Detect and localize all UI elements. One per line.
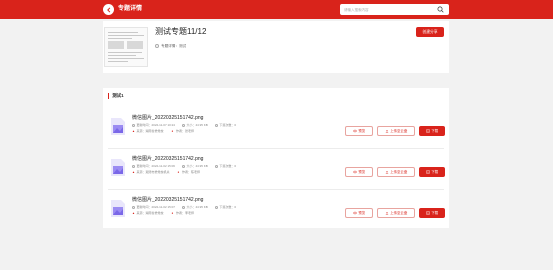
file-downloads: 下载次数：0 bbox=[219, 123, 236, 127]
preview-button[interactable]: 预览 bbox=[345, 167, 373, 177]
file-meta-2: ▲ 来源：湖南省委党校 ● 作者：张老师 bbox=[132, 129, 194, 134]
file-name[interactable]: 微信图片_20220325151742.png bbox=[132, 115, 203, 122]
file-meta: 更新时间：2022-11-02 15:07 大小：44.95 KB 下载次数：0 bbox=[132, 205, 236, 210]
file-size: 大小：44.95 KB bbox=[186, 123, 208, 127]
download-count-icon bbox=[214, 165, 218, 168]
preview-button[interactable]: 预览 bbox=[345, 208, 373, 218]
file-author: 作者：李老师 bbox=[176, 211, 195, 215]
download-button[interactable]: 下载 bbox=[419, 208, 445, 218]
download-button[interactable]: 下载 bbox=[419, 126, 445, 136]
file-name[interactable]: 微信图片_20220325151742.png bbox=[132, 197, 203, 204]
size-icon bbox=[181, 124, 185, 127]
section-header: 测试1 bbox=[108, 93, 124, 99]
file-meta-2: ▲ 来源：湘潭市委党校机关 ● 作者：陈老师 bbox=[132, 170, 200, 175]
file-size: 大小：44.95 KB bbox=[186, 205, 208, 209]
file-size: 大小：44.95 KB bbox=[186, 164, 208, 168]
search-input[interactable] bbox=[344, 6, 434, 13]
download-count-icon bbox=[214, 124, 218, 127]
preview-label: 预览 bbox=[358, 129, 366, 133]
search-box[interactable] bbox=[340, 4, 449, 15]
back-button[interactable] bbox=[103, 4, 114, 15]
eye-icon bbox=[353, 129, 357, 133]
upload-cloud-label: 上传至云盘 bbox=[390, 170, 408, 174]
file-date: 更新时间：2022-11-02 15:07 bbox=[136, 205, 175, 209]
search-icon[interactable] bbox=[437, 6, 444, 13]
download-icon bbox=[426, 170, 430, 174]
upload-cloud-button[interactable]: 上传至云盘 bbox=[377, 208, 415, 218]
download-label: 下载 bbox=[431, 211, 439, 215]
topic-intro-text: 专题详情：测试 bbox=[161, 44, 187, 48]
upload-cloud-button[interactable]: 上传至云盘 bbox=[377, 167, 415, 177]
download-icon bbox=[426, 211, 430, 215]
download-label: 下载 bbox=[431, 170, 439, 174]
file-downloads: 下载次数：0 bbox=[219, 205, 236, 209]
clock-icon bbox=[132, 206, 135, 209]
section-title: 测试1 bbox=[112, 93, 124, 98]
file-author: 作者：陈老师 bbox=[182, 170, 201, 174]
preview-label: 预览 bbox=[358, 211, 366, 215]
topic-thumbnail bbox=[104, 27, 148, 67]
file-meta: 更新时间：2022-11-07 10:24 大小：44.95 KB 下载次数：0 bbox=[132, 123, 236, 128]
info-icon bbox=[155, 44, 159, 48]
source-icon: ▲ bbox=[132, 129, 135, 133]
file-row: 微信图片_20220325151742.png 更新时间：2022-11-02 … bbox=[108, 197, 445, 227]
row-divider bbox=[108, 148, 444, 149]
file-image-icon bbox=[111, 200, 125, 217]
preview-label: 预览 bbox=[358, 170, 366, 174]
file-row: 微信图片_20220325151742.png 更新时间：2022-11-07 … bbox=[108, 115, 445, 145]
topic-title: 测试专题11/12 bbox=[155, 27, 207, 36]
author-icon: ● bbox=[171, 129, 174, 133]
file-meta: 更新时间：2022-11-02 15:06 大小：44.95 KB 下载次数：0 bbox=[132, 164, 236, 169]
clock-icon bbox=[132, 165, 135, 168]
file-date: 更新时间：2022-11-02 15:06 bbox=[136, 164, 175, 168]
cloud-upload-icon bbox=[385, 170, 388, 174]
file-downloads: 下载次数：0 bbox=[219, 164, 236, 168]
size-icon bbox=[181, 165, 185, 168]
file-source: 来源：湘潭市委党校机关 bbox=[136, 170, 170, 174]
chevron-left-icon bbox=[106, 7, 110, 12]
cloud-upload-icon bbox=[385, 129, 388, 133]
eye-icon bbox=[353, 170, 357, 174]
source-icon: ▲ bbox=[132, 170, 135, 174]
author-icon: ● bbox=[171, 211, 174, 215]
section-marker bbox=[108, 93, 110, 99]
create-share-button[interactable]: 创建分享 bbox=[416, 27, 444, 37]
preview-button[interactable]: 预览 bbox=[345, 126, 373, 136]
upload-cloud-label: 上传至云盘 bbox=[390, 129, 408, 133]
download-label: 下载 bbox=[431, 129, 439, 133]
file-image-icon bbox=[111, 159, 125, 176]
eye-icon bbox=[353, 211, 357, 215]
file-source: 来源：湖南省委党校 bbox=[136, 211, 164, 215]
upload-cloud-button[interactable]: 上传至云盘 bbox=[377, 126, 415, 136]
file-image-icon bbox=[111, 118, 125, 135]
page-title: 专题详情 bbox=[118, 6, 143, 12]
file-date: 更新时间：2022-11-07 10:24 bbox=[136, 123, 175, 127]
upload-cloud-label: 上传至云盘 bbox=[390, 211, 408, 215]
file-list-card: 测试1 微信图片_20220325151742.png 更新时间：2022-11… bbox=[103, 88, 449, 228]
download-button[interactable]: 下载 bbox=[419, 167, 445, 177]
file-source: 来源：湖南省委党校 bbox=[136, 129, 164, 133]
file-meta-2: ▲ 来源：湖南省委党校 ● 作者：李老师 bbox=[132, 211, 194, 216]
download-count-icon bbox=[214, 206, 218, 209]
topic-header-card: 测试专题11/12 专题详情：测试 创建分享 bbox=[103, 21, 449, 73]
clock-icon bbox=[132, 124, 135, 127]
download-icon bbox=[426, 129, 430, 133]
top-bar: 专题详情 bbox=[0, 0, 553, 19]
topic-intro: 专题详情：测试 bbox=[155, 43, 186, 49]
author-icon: ● bbox=[177, 170, 180, 174]
file-name[interactable]: 微信图片_20220325151742.png bbox=[132, 156, 203, 163]
cloud-upload-icon bbox=[385, 211, 388, 215]
source-icon: ▲ bbox=[132, 211, 135, 215]
file-author: 作者：张老师 bbox=[176, 129, 195, 133]
row-divider bbox=[108, 189, 444, 190]
file-row: 微信图片_20220325151742.png 更新时间：2022-11-02 … bbox=[108, 156, 445, 186]
size-icon bbox=[181, 206, 185, 209]
